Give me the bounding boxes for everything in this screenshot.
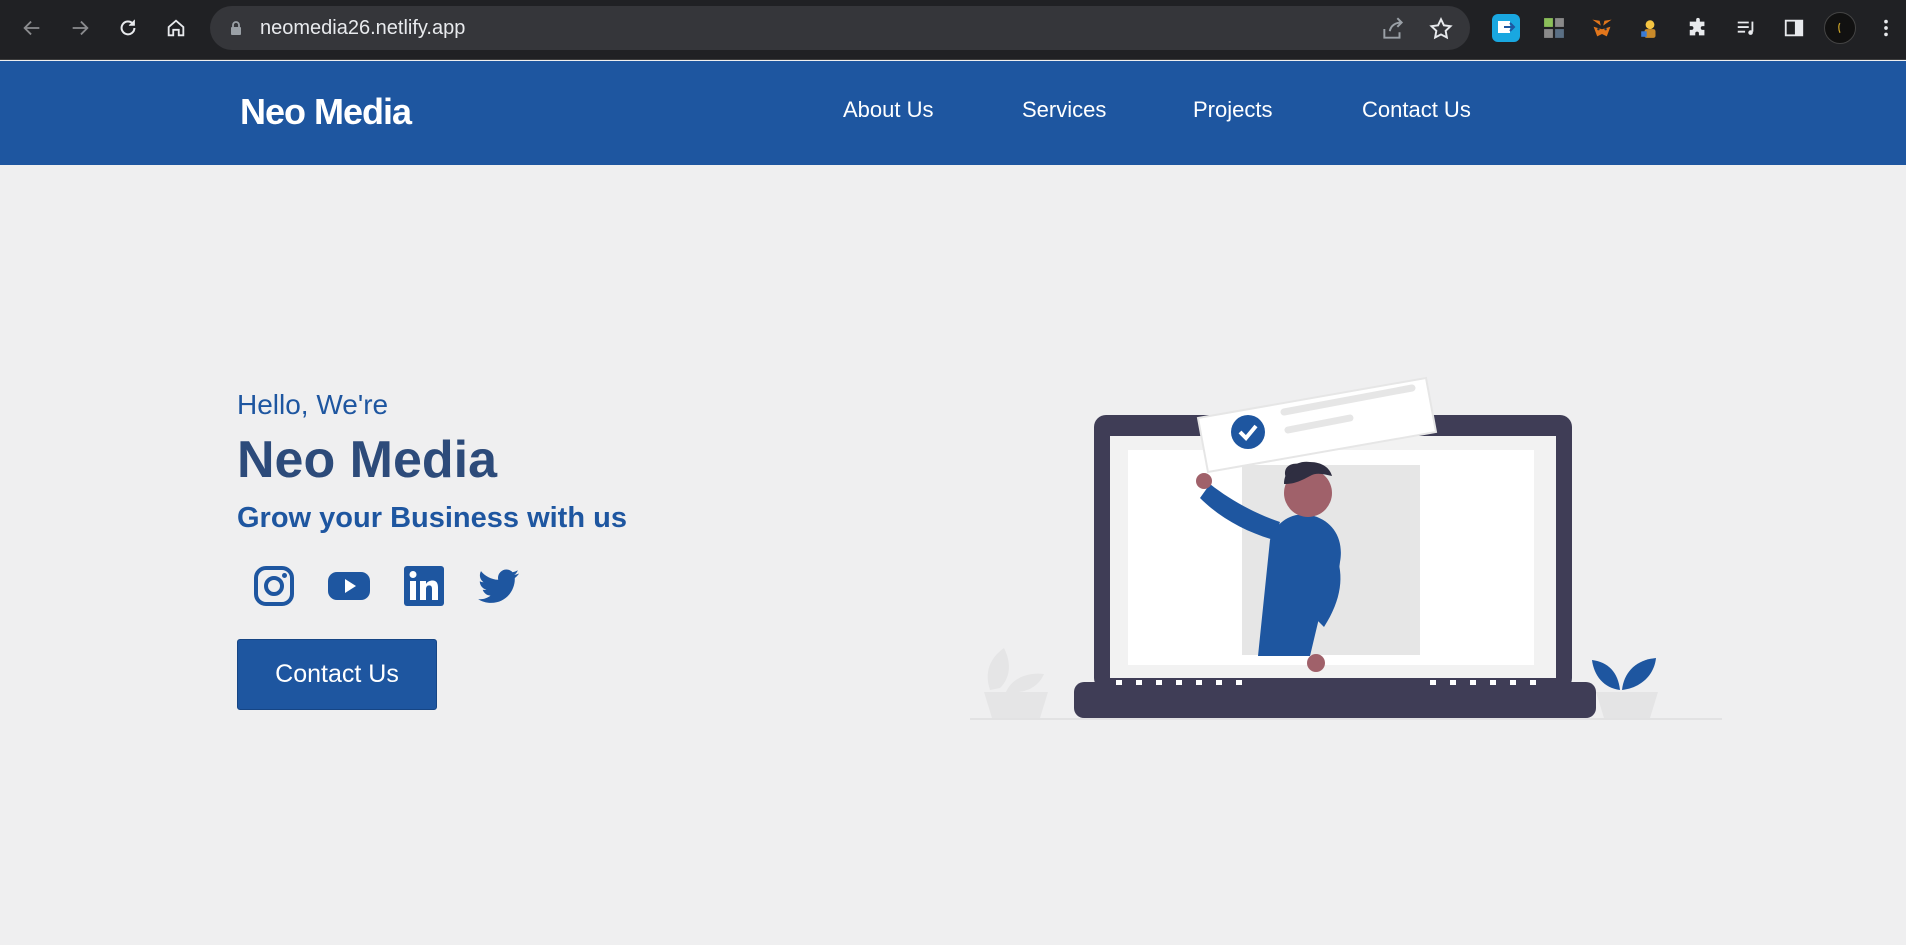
bookmark-star-icon[interactable] [1428,16,1454,42]
url-text: neomedia26.netlify.app [260,17,466,39]
extension-avatar-icon[interactable] [1636,14,1664,42]
check-circle-icon [1231,415,1265,449]
back-button[interactable] [16,12,48,44]
home-icon [167,19,185,37]
arrow-left-icon [23,20,40,36]
nav-contact-us[interactable]: Contact Us [1362,97,1471,123]
share-icon[interactable] [1380,16,1406,42]
site-logo[interactable]: Neo Media [240,91,412,133]
browser-menu-icon[interactable] [1872,14,1900,42]
profile-glyph-icon [1838,22,1841,34]
lock-icon [231,21,241,35]
instagram-icon[interactable] [252,564,296,608]
extensions-puzzle-icon[interactable] [1684,14,1712,42]
browser-toolbar: neomedia26.netlify.app [0,0,1906,60]
arrow-right-icon [72,20,89,36]
side-panel-icon[interactable] [1780,14,1808,42]
contact-us-button[interactable]: Contact Us [237,639,437,710]
hero-title: Neo Media [237,431,498,489]
reload-button[interactable] [112,12,144,44]
nav-about-us[interactable]: About Us [843,97,934,123]
address-bar[interactable]: neomedia26.netlify.app [210,6,1470,50]
twitter-icon[interactable] [477,564,521,608]
profile-avatar[interactable] [1824,12,1856,44]
extension-translate-icon[interactable] [1492,14,1520,42]
plant-left-decoration [984,648,1048,718]
media-queue-icon[interactable] [1732,14,1760,42]
extension-tools-icon[interactable] [1540,14,1568,42]
forward-button[interactable] [64,12,96,44]
laptop-base [1074,682,1596,718]
hero-illustration [970,376,1722,720]
home-button[interactable] [160,12,192,44]
hero-tagline: Grow your Business with us [237,502,627,534]
youtube-icon[interactable] [327,564,371,608]
reload-icon [120,19,136,36]
nav-projects[interactable]: Projects [1193,97,1272,123]
site-header: Neo Media About Us Services Projects Con… [0,61,1906,165]
linkedin-icon[interactable] [402,564,446,608]
plant-right-decoration [1592,658,1658,718]
nav-services[interactable]: Services [1022,97,1106,123]
extension-metamask-icon[interactable] [1588,14,1616,42]
hero-greeting: Hello, We're [237,389,389,420]
